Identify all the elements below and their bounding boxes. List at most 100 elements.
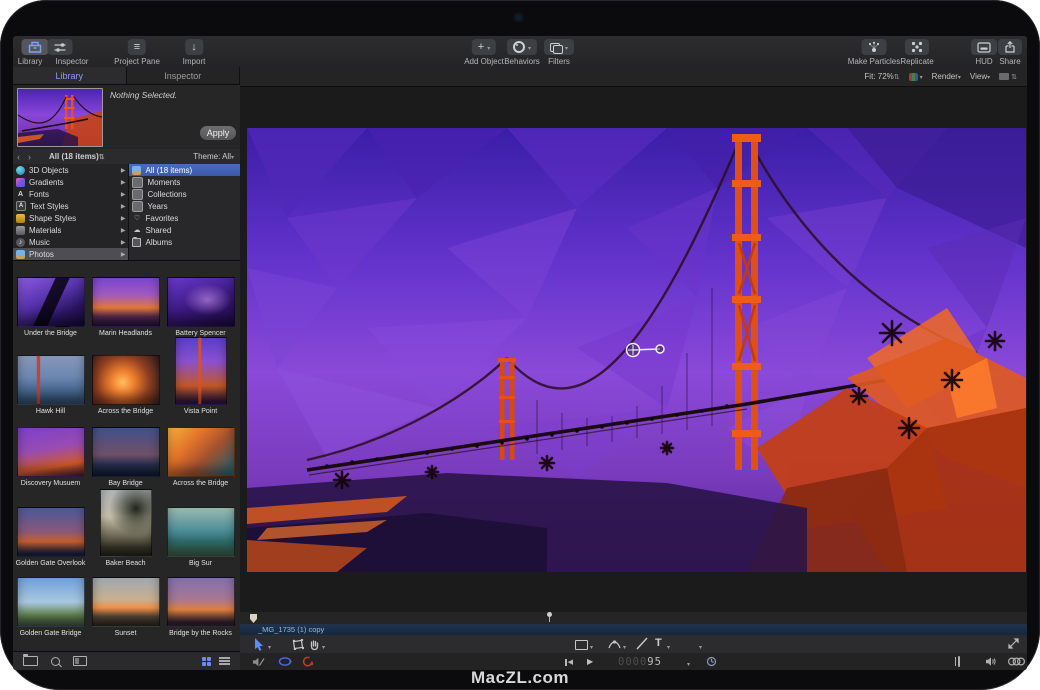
chevron-down-icon[interactable] xyxy=(623,642,626,651)
share-icon xyxy=(1004,41,1016,53)
add-object-button[interactable]: + xyxy=(472,39,496,55)
transform-tool-button[interactable] xyxy=(292,639,304,650)
view-dropdown[interactable]: View xyxy=(970,72,990,81)
photo-item[interactable]: Discovery Musuem xyxy=(13,427,88,487)
chevron-down-icon[interactable] xyxy=(322,642,325,651)
select-tool-button[interactable] xyxy=(254,638,265,651)
photo-item[interactable]: Across the Bridge xyxy=(88,355,163,415)
color-channels-icon xyxy=(909,73,918,81)
render-dropdown[interactable]: Render xyxy=(932,72,961,81)
audio-toggle-button[interactable] xyxy=(985,656,998,667)
project-pane-toggle-icon[interactable] xyxy=(958,656,960,667)
photo-thumbnail xyxy=(17,577,85,627)
chevron-down-icon[interactable] xyxy=(268,642,271,651)
apply-button[interactable]: Apply xyxy=(200,126,236,140)
canvas-pasteboard[interactable] xyxy=(240,87,1027,612)
display-dropdown[interactable] xyxy=(999,72,1017,81)
chevron-down-icon[interactable] xyxy=(687,659,690,668)
photo-item[interactable]: Golden Gate Overlook xyxy=(13,507,88,567)
category-shape-styles[interactable]: Shape Styles▶ xyxy=(13,212,128,224)
category-music[interactable]: ♪Music▶ xyxy=(13,236,128,248)
photo-item[interactable]: Baker Beach xyxy=(88,489,163,567)
category-fonts[interactable]: AFonts▶ xyxy=(13,188,128,200)
pan-tool-button[interactable] xyxy=(308,638,320,651)
photo-item[interactable]: Sunset xyxy=(88,577,163,637)
collection-moments[interactable]: Moments xyxy=(129,176,240,188)
preview-pane-icon[interactable] xyxy=(73,656,87,666)
photo-item[interactable]: Bridge by the Rocks xyxy=(163,577,238,637)
loop-icon xyxy=(278,656,292,667)
collection-favorites[interactable]: ♡Favorites xyxy=(129,212,240,224)
filters-button[interactable] xyxy=(544,39,574,55)
loop-playback-button[interactable] xyxy=(278,656,292,667)
line-tool-button[interactable] xyxy=(636,637,648,650)
make-particles-button[interactable] xyxy=(862,39,887,55)
theme-dropdown[interactable]: Theme: All xyxy=(193,152,234,161)
import-icon: ↓ xyxy=(191,42,197,53)
category-gradients[interactable]: Gradients▶ xyxy=(13,176,128,188)
zoom-dropdown[interactable]: Fit: 72% xyxy=(864,72,899,81)
list-view-icon[interactable] xyxy=(219,657,230,665)
photo-item[interactable]: Golden Gate Bridge xyxy=(13,577,88,637)
back-arrow-icon[interactable]: ‹ xyxy=(13,152,24,162)
project-pane-button[interactable]: ≡ xyxy=(128,39,146,55)
new-folder-icon[interactable] xyxy=(23,656,38,666)
text-tool-button[interactable]: T xyxy=(655,637,662,649)
replicate-button[interactable] xyxy=(905,39,929,55)
import-button[interactable]: ↓ xyxy=(185,39,203,55)
collection-years[interactable]: Years xyxy=(129,200,240,212)
canvas-artwork[interactable] xyxy=(247,128,1026,572)
tab-inspector[interactable]: Inspector xyxy=(127,67,241,84)
webcam-dot xyxy=(514,13,523,22)
category-materials[interactable]: Materials▶ xyxy=(13,224,128,236)
expand-timeline-button[interactable] xyxy=(1008,638,1019,649)
search-icon[interactable] xyxy=(51,657,60,666)
timecode-toggle-button[interactable] xyxy=(706,656,717,667)
tab-library[interactable]: Library xyxy=(13,67,127,84)
chevron-down-icon[interactable] xyxy=(699,642,702,651)
photo-item[interactable]: Hawk Hill xyxy=(13,355,88,415)
collection-collections[interactable]: Collections xyxy=(129,188,240,200)
canvas-status-bar: Fit: 72% Render View xyxy=(240,67,1027,87)
photo-item[interactable]: Across the Bridge xyxy=(163,427,238,487)
category-photos[interactable]: Photos▶ xyxy=(13,248,128,260)
collection-shared[interactable]: ☁Shared xyxy=(129,224,240,236)
category-text-styles[interactable]: AText Styles▶ xyxy=(13,200,128,212)
mute-button[interactable] xyxy=(252,657,265,667)
go-to-start-button[interactable]: ◀ xyxy=(565,658,573,666)
photo-item[interactable]: Vista Point xyxy=(163,337,238,415)
play-button[interactable]: ▶ xyxy=(587,657,593,666)
chevron-down-icon[interactable] xyxy=(667,642,670,651)
main-toolbar: Library Inspector ≡ Project Pane ↓ Impor… xyxy=(13,36,1027,68)
frame-counter[interactable]: 000095 xyxy=(618,656,662,668)
chevron-down-icon[interactable] xyxy=(590,642,593,651)
hud-button[interactable] xyxy=(971,39,997,55)
behaviors-button[interactable] xyxy=(507,39,537,55)
collection-albums[interactable]: Albums xyxy=(129,236,240,248)
breadcrumb[interactable]: All (18 items) xyxy=(49,152,105,161)
library-preview-zone: Nothing Selected. Apply xyxy=(13,84,240,150)
rectangle-tool-button[interactable] xyxy=(575,640,588,650)
photo-item[interactable]: Battery Spencer xyxy=(163,277,238,337)
grid-view-icon[interactable] xyxy=(202,657,211,666)
collection-list: All (18 items) Moments Collections Years… xyxy=(129,164,240,260)
photo-item[interactable]: Under the Bridge xyxy=(13,277,88,337)
channels-dropdown[interactable] xyxy=(909,72,923,81)
keyframe-marker[interactable] xyxy=(549,613,550,622)
photo-item[interactable]: Big Sur xyxy=(163,507,238,567)
font-icon: A xyxy=(16,190,25,199)
make-particles-label: Make Particles xyxy=(848,57,900,66)
bezier-tool-button[interactable] xyxy=(608,638,621,650)
forward-arrow-icon[interactable]: › xyxy=(24,152,35,162)
category-3d-objects[interactable]: 3D Objects▶ xyxy=(13,164,128,176)
photo-item[interactable]: Bay Bridge xyxy=(88,427,163,487)
inspector-toolbar-button[interactable] xyxy=(48,39,73,55)
library-toolbar-button[interactable] xyxy=(22,39,49,55)
share-button[interactable] xyxy=(998,39,1022,55)
timeline-collapse-button[interactable] xyxy=(1008,656,1025,667)
updown-icon xyxy=(1011,72,1017,81)
record-button[interactable] xyxy=(302,656,314,667)
playhead-marker[interactable] xyxy=(250,614,257,623)
collection-all[interactable]: All (18 items) xyxy=(129,164,240,176)
photo-item[interactable]: Marin Headlands xyxy=(88,277,163,337)
